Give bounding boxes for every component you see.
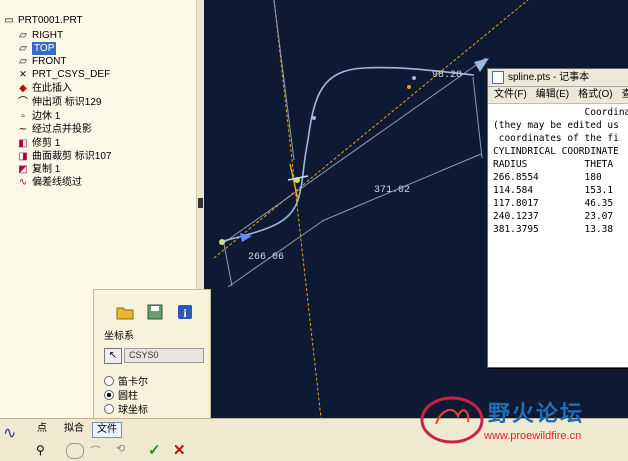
csys-field[interactable]: CSYS0 <box>124 348 204 363</box>
dim-middle-label: 371.02 <box>374 185 410 196</box>
save-icon[interactable] <box>146 304 164 322</box>
tangent-toggle[interactable]: ⟲ <box>116 442 132 456</box>
notepad-icon <box>492 71 504 84</box>
shell-icon: ▫ <box>21 111 25 122</box>
file-toolbar: i <box>116 304 194 326</box>
spline-tool-icon: ∿ <box>3 425 17 442</box>
curve-type-icon[interactable]: ⚲ <box>36 443 52 457</box>
spline-point-3 <box>312 116 316 120</box>
csys-label: 坐标系 <box>104 331 134 342</box>
tree-item-copy[interactable]: ◩ 复制 1 <box>17 163 60 176</box>
text-line: 117.8017 46.35 <box>493 198 614 209</box>
menu-file[interactable]: 文件(F) <box>494 89 527 100</box>
text-line: RADIUS THETA <box>493 159 614 170</box>
menu-view[interactable]: 查看 <box>622 89 628 100</box>
tree-item-trim[interactable]: ◧ 修剪 1 <box>17 137 60 150</box>
tree-item-top[interactable]: ▱ TOP <box>17 42 57 55</box>
spline-icon: ∿ <box>18 177 28 188</box>
datum-plane-icon: ▱ <box>19 30 27 41</box>
watermark-url: www.proewildfire.cn <box>484 430 582 442</box>
text-line: coordinates of the fi <box>493 133 619 144</box>
tab-file[interactable]: 文件 <box>92 422 122 438</box>
text-line: Coordina <box>493 107 628 118</box>
notepad-menubar: 文件(F) 编辑(E) 格式(O) 查看 <box>488 87 628 104</box>
dimension-line <box>221 57 487 245</box>
tree-item-spline[interactable]: ∿ 偏差线缆过 <box>17 176 82 189</box>
spline-point-1 <box>219 239 225 245</box>
tree-item-surface-trim[interactable]: ◨ 曲面裁剪 标识107 <box>17 150 111 163</box>
spline-point-4 <box>412 76 416 80</box>
tree-item-part[interactable]: ▭ PRT0001.PRT <box>3 14 82 27</box>
part-icon: ▭ <box>4 15 14 26</box>
radio-button[interactable] <box>104 375 114 386</box>
tree-item-csys[interactable]: ⨯ PRT_CSYS_DEF <box>17 68 110 81</box>
menu-format[interactable]: 格式(O) <box>578 89 612 100</box>
watermark: 野火论坛 www.proewildfire.cn <box>418 394 628 454</box>
dim-left-label: 266.06 <box>248 252 284 263</box>
datum-plane-icon: ▱ <box>19 56 27 67</box>
tree-item-front[interactable]: ▱ FRONT <box>17 55 66 68</box>
spline-file-panel: i 坐标系 ↖ CSYS0 笛卡尔 圆柱 球坐标 <box>93 289 211 422</box>
cancel-icon[interactable]: ✕ <box>173 441 186 459</box>
radio-cylindrical[interactable]: 圆柱 <box>104 387 138 402</box>
notepad-text-area[interactable]: Coordina (they may be edited us coordinat… <box>488 104 628 238</box>
vertical-datum-axis <box>273 0 322 419</box>
select-arrow-button[interactable]: ↖ <box>104 348 122 364</box>
radio-button[interactable] <box>104 403 114 414</box>
spline-curve-toggle[interactable] <box>66 443 84 459</box>
text-line: 381.3795 13.38 <box>493 224 614 235</box>
surface-toggle[interactable]: ⌒ <box>90 443 106 458</box>
construction-vertical <box>273 0 295 161</box>
tree-item-insert-here[interactable]: ◆ 在此插入 <box>17 82 72 95</box>
leader-left <box>223 243 233 287</box>
confirm-icon[interactable]: ✓ <box>148 441 161 459</box>
notepad-window[interactable]: spline.pts - 记事本 文件(F) 编辑(E) 格式(O) 查看 Coord… <box>487 68 628 368</box>
insert-here-icon: ◆ <box>19 83 27 94</box>
trim-icon: ◧ <box>18 138 28 149</box>
text-line: 240.1237 23.07 <box>493 211 614 222</box>
tree-item-right[interactable]: ▱ RIGHT <box>17 29 63 42</box>
open-folder-icon[interactable] <box>116 304 134 322</box>
tree-item-curve[interactable]: ∼ 经过点并投影 <box>17 123 92 136</box>
copy-icon: ◩ <box>18 164 28 175</box>
dim-top-label: 98.28 <box>432 70 462 81</box>
watermark-title: 野火论坛 <box>488 401 585 426</box>
surface-trim-icon: ◨ <box>18 151 28 162</box>
radio-button[interactable] <box>104 389 114 400</box>
text-line: CYLINDRICAL COORDINATE <box>493 146 619 157</box>
csys-icon: ⨯ <box>18 69 28 80</box>
info-icon[interactable]: i <box>176 304 194 322</box>
leader-right <box>472 76 483 159</box>
tree-item-shell[interactable]: ▫ 边休 1 <box>17 110 60 123</box>
sash-handle[interactable] <box>198 198 203 208</box>
menu-edit[interactable]: 编辑(E) <box>536 89 569 100</box>
diagonal-datum-axis <box>213 0 529 259</box>
tab-points[interactable]: 点 <box>33 422 51 436</box>
notepad-titlebar[interactable]: spline.pts - 记事本 <box>488 69 628 87</box>
datum-plane-icon: ▱ <box>19 43 27 54</box>
text-line: 114.584 153.1 <box>493 185 614 196</box>
radio-spherical[interactable]: 球坐标 <box>104 401 148 416</box>
radio-cartesian[interactable]: 笛卡尔 <box>104 373 148 388</box>
tree-item-extrude[interactable]: ⌒ 伸出项 标识129 <box>17 96 101 109</box>
tab-fit[interactable]: 拟合 <box>60 422 88 436</box>
text-line: (they may be edited us <box>493 120 619 131</box>
curve-icon: ∼ <box>18 124 28 135</box>
text-line: 266.8554 180 <box>493 172 602 183</box>
axis-marker <box>407 85 411 89</box>
extrude-icon: ⌒ <box>18 97 28 108</box>
notepad-title: spline.pts - 记事本 <box>508 72 590 83</box>
